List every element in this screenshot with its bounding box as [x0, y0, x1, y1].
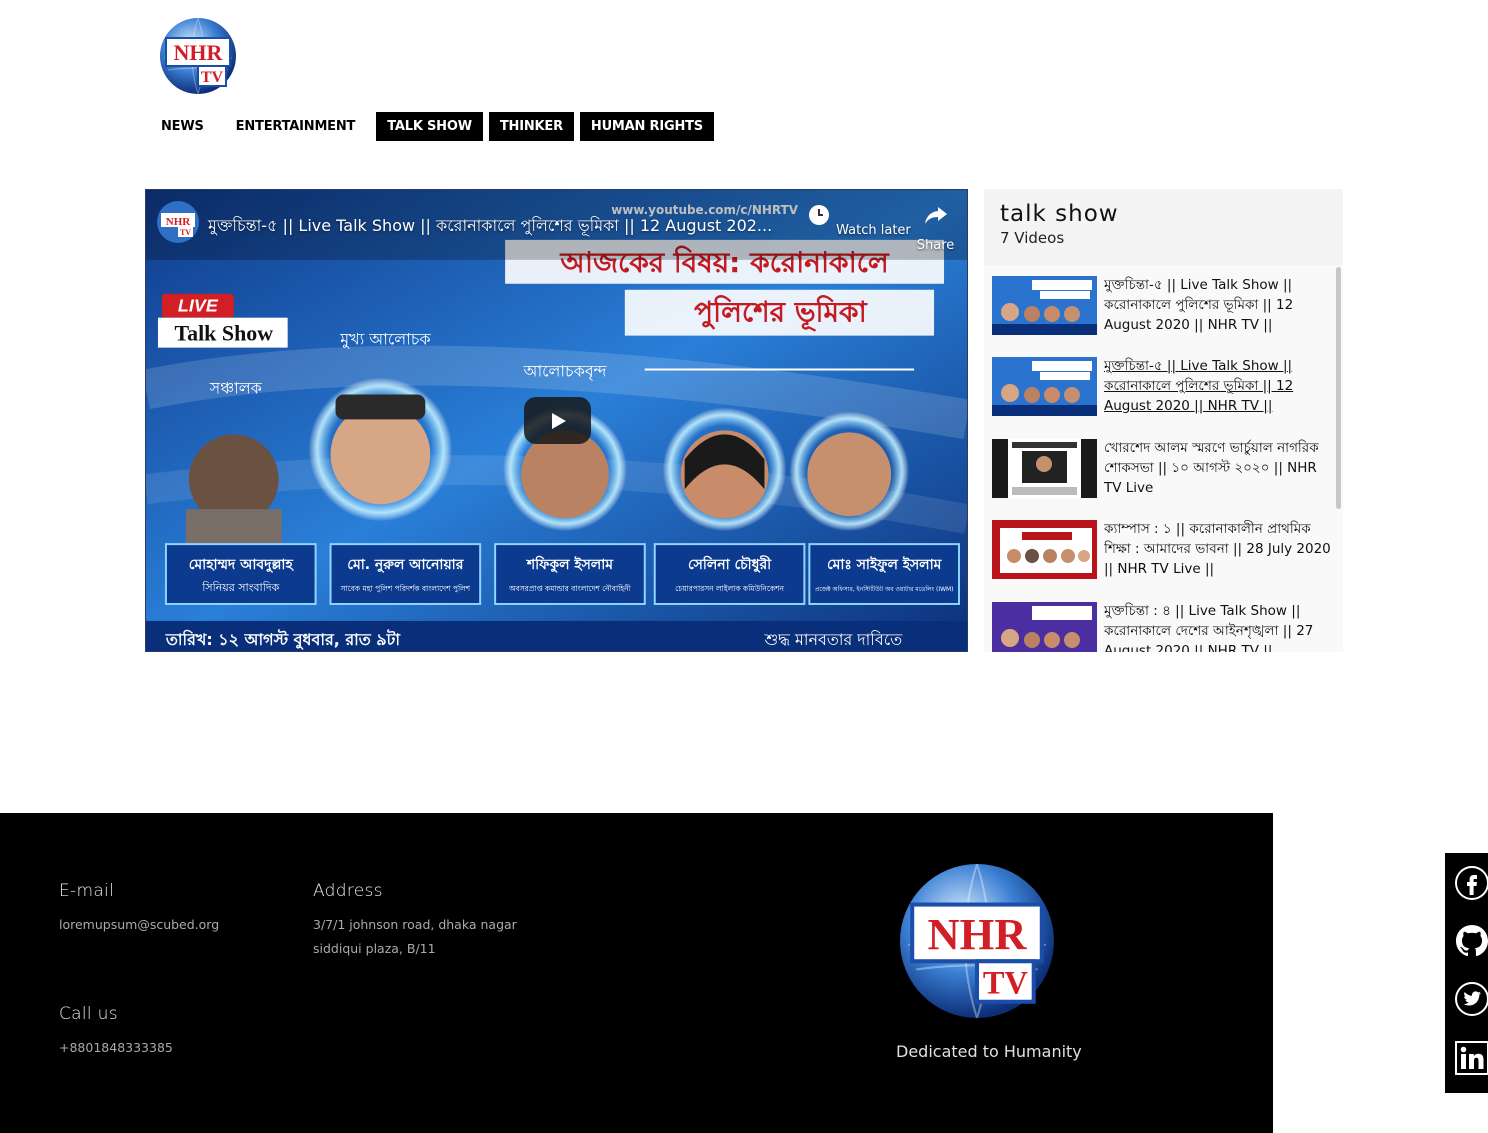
play-button[interactable]	[524, 397, 591, 444]
video-thumbnail	[992, 520, 1097, 579]
watch-later-label: Watch later	[836, 223, 911, 238]
svg-text:চেয়ারপারসন লাইলাক কমিউনিকেশন: চেয়ারপারসন লাইলাক কমিউনিকেশন	[675, 584, 784, 593]
email-label: E-mail	[59, 881, 115, 901]
svg-text:NHR: NHR	[928, 909, 1028, 959]
svg-text:TV: TV	[983, 966, 1029, 1002]
playlist-item[interactable]: মুক্তচিন্তা-৫ || Live Talk Show || করোনা…	[992, 357, 1337, 427]
svg-text:NHR: NHR	[166, 216, 192, 228]
playlist-item-title[interactable]: মুক্তচিন্তা-৫ || Live Talk Show || করোনা…	[1104, 356, 1337, 418]
svg-text:NHR: NHR	[174, 40, 224, 65]
playlist-item-title[interactable]: মুক্তচিন্তা-৫ || Live Talk Show || করোনা…	[1104, 275, 1337, 337]
svg-text:সেলিনা চৌধুরী: সেলিনা চৌধুরী	[688, 555, 772, 574]
clock-icon	[809, 205, 829, 225]
svg-text:তারিখ: ১২ আগস্ট বুধবার, রাত ৯ট: তারিখ: ১২ আগস্ট বুধবার, রাত ৯টা	[165, 629, 401, 650]
watch-later-button[interactable]: Watch later	[806, 202, 911, 238]
svg-text:LIVE: LIVE	[178, 296, 219, 316]
svg-text:সাবেক মহা পুলিশ পরিদর্শক বাংলা: সাবেক মহা পুলিশ পরিদর্শক বাংলাদেশ পুলিশ	[340, 584, 471, 593]
share-icon	[924, 207, 947, 224]
twitter-icon[interactable]	[1454, 981, 1488, 1017]
playlist-list[interactable]: মুক্তচিন্তা-৫ || Live Talk Show || করোনা…	[984, 265, 1343, 652]
playlist-header: talk show 7 Videos	[984, 189, 1343, 265]
facebook-icon[interactable]	[1454, 865, 1488, 901]
email-value[interactable]: loremupsum@scubed.org	[59, 913, 219, 937]
phone-value[interactable]: +8801848333385	[59, 1036, 173, 1060]
svg-text:Talk Show: Talk Show	[175, 321, 274, 346]
svg-text:পুলিশের ভূমিকা: পুলিশের ভূমিকা	[694, 295, 867, 333]
nav-item-entertainment[interactable]: Entertainment	[225, 112, 367, 141]
playlist-panel: talk show 7 Videos মুক্তচিন্তা-৫ || Live…	[984, 189, 1343, 652]
site-logo[interactable]: NHR TV	[158, 16, 238, 96]
svg-text:সিনিয়র সাংবাদিক: সিনিয়র সাংবাদিক	[201, 581, 279, 594]
address-label: Address	[313, 881, 383, 901]
playlist-item[interactable]: ক্যাম্পাস : ১ || করোনাকালীন প্রাথমিক শিক…	[992, 520, 1337, 590]
svg-text:আলোচকবৃন্দ: আলোচকবৃন্দ	[522, 362, 607, 382]
linkedin-icon[interactable]	[1454, 1040, 1488, 1076]
video-thumbnail	[992, 357, 1097, 416]
svg-text:TV: TV	[201, 69, 224, 86]
svg-text:মোহাম্মদ আবদুল্লাহ: মোহাম্মদ আবদুল্লাহ	[189, 557, 295, 574]
social-bar	[1445, 853, 1488, 1093]
svg-text:মোঃ সাইফুল ইসলাম: মোঃ সাইফুল ইসলাম	[827, 555, 943, 574]
footer: E-mail loremupsum@scubed.org Address 3/7…	[0, 813, 1273, 1133]
playlist-item-title[interactable]: ক্যাম্পাস : ১ || করোনাকালীন প্রাথমিক শিক…	[1104, 519, 1337, 581]
playlist-scrollbar[interactable]	[1336, 267, 1341, 509]
share-button[interactable]: Share	[904, 202, 967, 253]
playlist-item[interactable]: মুক্তচিন্তা : ৪ || Live Talk Show || করো…	[992, 602, 1337, 652]
video-thumbnail	[992, 439, 1097, 498]
svg-text:প্রজেক্ট অফিসার, ইনস্টিটিউট অব: প্রজেক্ট অফিসার, ইনস্টিটিউট অব ওয়াটার ম…	[815, 585, 954, 593]
nav-item-thinker[interactable]: Thinker	[488, 112, 574, 141]
video-title[interactable]: মুক্তচিন্তা-৫ || Live Talk Show || করোনা…	[208, 213, 772, 240]
address-line-1: 3/7/1 johnson road, dhaka nagar	[313, 917, 517, 932]
playlist-item-title[interactable]: মুক্তচিন্তা : ৪ || Live Talk Show || করো…	[1104, 601, 1337, 652]
address-line-2: siddiqui plaza, B/11	[313, 941, 436, 956]
playlist-item[interactable]: খোরশেদ আলম স্মরণে ভার্চুয়াল নাগরিক শোকস…	[992, 439, 1337, 509]
play-icon	[551, 412, 566, 429]
svg-text:মো. নুরুল আনোয়ার: মো. নুরুল আনোয়ার	[347, 557, 464, 573]
video-thumbnail	[992, 276, 1097, 335]
footer-tagline: Dedicated to Humanity	[896, 1042, 1082, 1061]
playlist-title: talk show	[1000, 201, 1119, 227]
svg-text:সঞ্চালক: সঞ্চালক	[209, 378, 263, 397]
nav-item-news[interactable]: News	[150, 112, 215, 141]
nav-item-talk-show[interactable]: Talk Show	[376, 112, 483, 141]
channel-avatar-icon[interactable]: NHR TV	[156, 200, 200, 244]
share-label: Share	[916, 238, 955, 253]
video-player[interactable]: আজকের বিষয়: করোনাকালে পুলিশের ভূমিকা ww…	[145, 189, 968, 652]
playlist-count: 7 Videos	[1000, 229, 1065, 247]
svg-text:মুখ্য আলোচক: মুখ্য আলোচক	[339, 330, 431, 349]
main-nav: News Entertainment Talk Show Thinker Hum…	[150, 112, 714, 141]
playlist-item[interactable]: মুক্তচিন্তা-৫ || Live Talk Show || করোনা…	[992, 276, 1337, 346]
call-label: Call us	[59, 1004, 118, 1024]
github-icon[interactable]	[1454, 923, 1488, 959]
playlist-item-title[interactable]: খোরশেদ আলম স্মরণে ভার্চুয়াল নাগরিক শোকস…	[1104, 438, 1337, 500]
svg-text:TV: TV	[180, 228, 191, 237]
footer-logo: NHR TV	[900, 863, 1054, 1019]
page: NHR TV News Entertainment Talk Show Thin…	[0, 0, 1488, 1133]
nav-item-human-rights[interactable]: Human Rights	[579, 112, 714, 141]
video-thumbnail	[992, 602, 1097, 652]
svg-text:শফিকুল ইসলাম: শফিকুল ইসলাম	[526, 555, 614, 574]
svg-text:শুদ্ধ মানবতার দাবিতে: শুদ্ধ মানবতার দাবিতে	[763, 630, 903, 649]
svg-text:অবসরপ্রাপ্ত কমান্ডার বাংলাদেশ: অবসরপ্রাপ্ত কমান্ডার বাংলাদেশ নৌবাহিনী	[508, 584, 632, 593]
